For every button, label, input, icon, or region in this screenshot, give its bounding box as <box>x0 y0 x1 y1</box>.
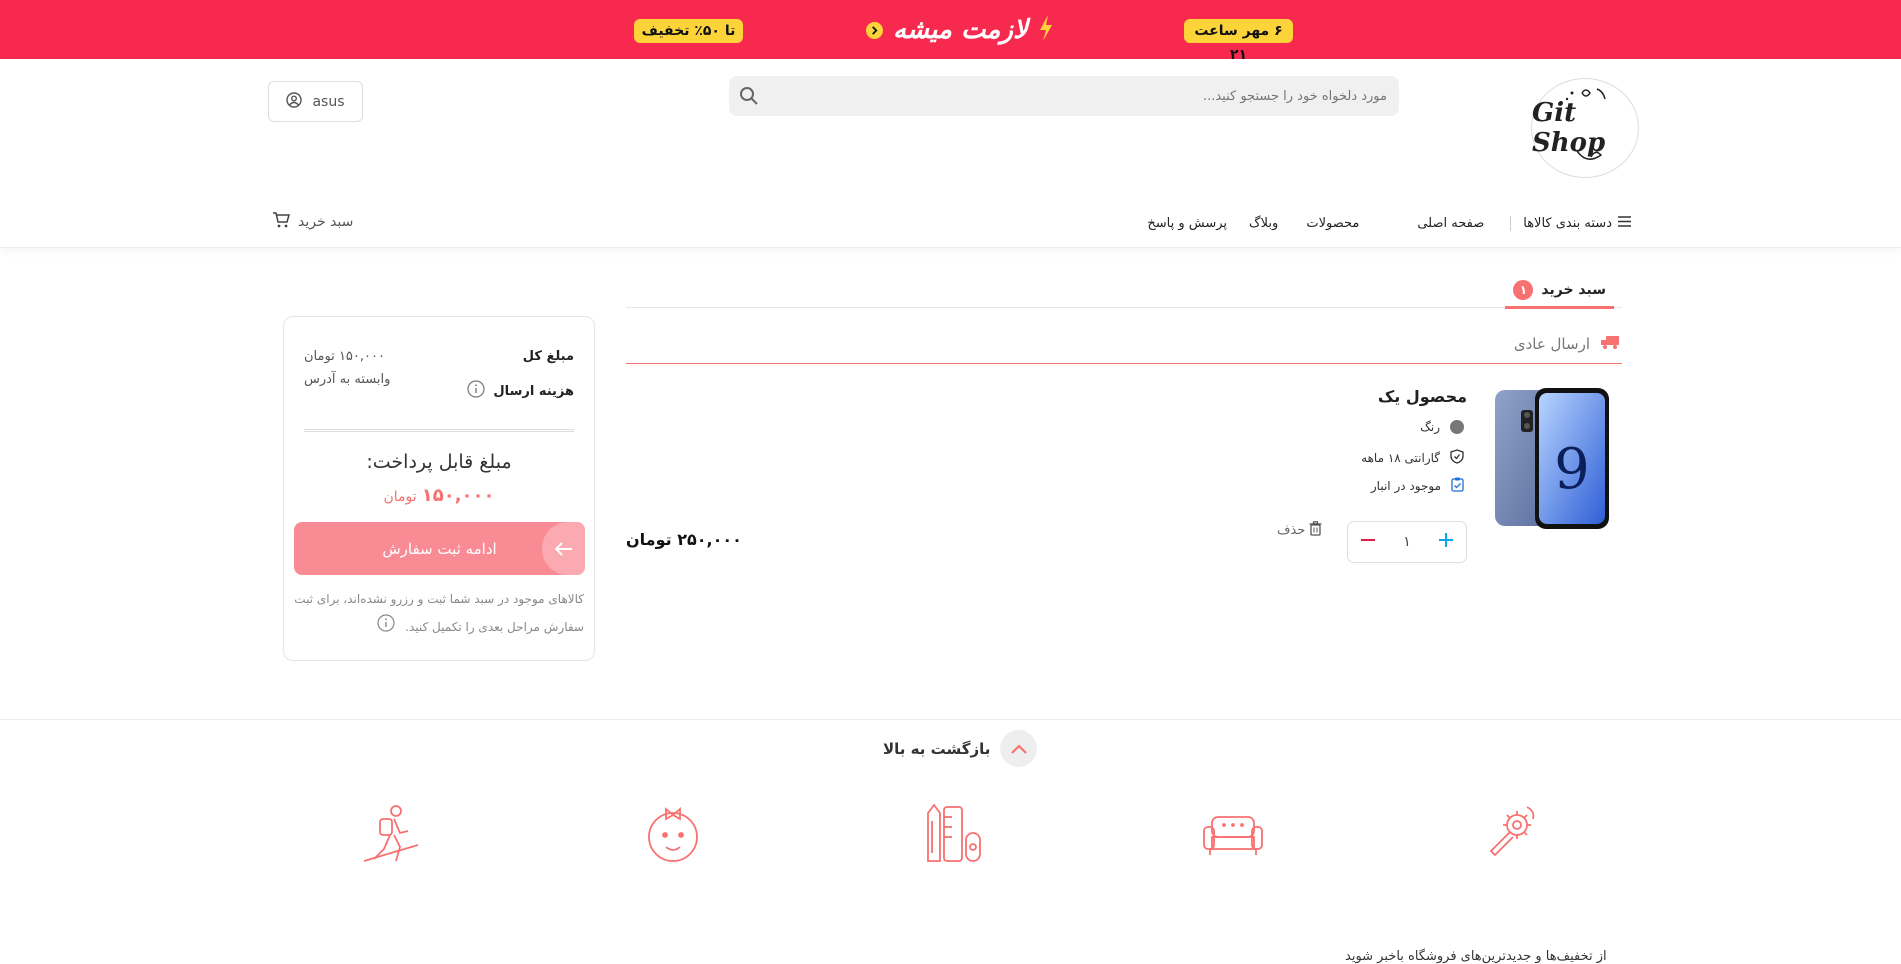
search-bar[interactable] <box>729 76 1399 116</box>
payable-amount-value: ۱۵۰,۰۰۰ <box>421 485 495 506</box>
promo-banner[interactable]: تا ۵۰٪ تخفیف لازمت میشه ۶ مهر ساعت ۲۱ <box>0 0 1901 63</box>
menu-icon <box>1618 216 1631 231</box>
summary-shipping-value: وابسته به آدرس <box>304 372 391 387</box>
info-icon[interactable] <box>467 380 486 402</box>
info-icon <box>377 613 395 642</box>
main-nav: دسته بندی کالاها صفحه اصلی محصولات وبلاگ… <box>1147 216 1631 231</box>
truck-icon <box>1600 335 1620 353</box>
minus-icon[interactable] <box>1360 532 1376 552</box>
product-stock: موجود در انبار <box>1371 477 1464 495</box>
product-warranty-label: گارانتی ۱۸ ماهه <box>1361 451 1440 465</box>
baby-icon[interactable] <box>642 803 704 865</box>
shipping-method-label: ارسال عادی <box>1513 334 1590 353</box>
product-color: رنگ <box>1420 420 1464 434</box>
product-warranty: گارانتی ۱۸ ماهه <box>1361 449 1464 467</box>
summary-total-value: ۱۵۰,۰۰۰ تومان <box>304 349 385 364</box>
user-circle-icon <box>286 91 303 112</box>
nav-categories[interactable]: دسته بندی کالاها <box>1510 216 1631 231</box>
delete-button[interactable]: حذف <box>1277 521 1322 540</box>
continue-order-button[interactable]: ادامه ثبت سفارش <box>294 522 585 575</box>
date-badge: ۶ مهر ساعت ۲۱ <box>1184 19 1293 63</box>
summary-total-label: مبلغ کل <box>522 349 574 364</box>
product-image[interactable]: 9 <box>1493 388 1611 530</box>
header-cart-label: سبد خرید <box>298 214 354 230</box>
nav-item-blog[interactable]: وبلاگ <box>1249 216 1306 231</box>
header-cart-link[interactable]: سبد خرید <box>272 211 353 233</box>
back-to-top[interactable]: بازگشت به بالا <box>883 730 1038 767</box>
search-icon[interactable] <box>739 86 759 106</box>
nav-item-home[interactable]: صفحه اصلی <box>1417 216 1502 231</box>
search-input[interactable] <box>779 76 1399 116</box>
summary-shipping-row: هزینه ارسال وابسته به آدرس <box>304 372 574 402</box>
payable-amount: ۱۵۰,۰۰۰ تومان <box>284 485 594 506</box>
logo[interactable]: Git Shop <box>1531 78 1639 178</box>
user-name: asus <box>312 93 345 110</box>
user-account-button[interactable]: asus <box>268 81 363 122</box>
summary-shipping-group: هزینه ارسال <box>467 380 574 402</box>
clipboard-check-icon <box>1451 477 1464 495</box>
summary-shipping-label: هزینه ارسال <box>493 383 574 399</box>
chevron-up-icon[interactable] <box>1000 730 1038 767</box>
order-summary: مبلغ کل ۱۵۰,۰۰۰ تومان هزینه ارسال وابسته… <box>283 316 595 661</box>
trash-icon <box>1309 521 1322 540</box>
lightning-icon <box>1038 15 1054 45</box>
product-title[interactable]: محصول یک <box>1378 387 1467 406</box>
summary-notice: کالاهای موجود در سبد شما ثبت و رزرو نشده… <box>294 585 584 642</box>
summary-divider <box>304 429 574 432</box>
continue-order-label: ادامه ثبت سفارش <box>382 539 497 558</box>
payable-amount-unit: تومان <box>383 489 417 505</box>
product-color-label: رنگ <box>1420 420 1440 434</box>
sofa-icon[interactable] <box>1202 803 1264 865</box>
cart-tabs: سبد خرید ۱ <box>626 268 1622 309</box>
quantity-value: ۱ <box>1403 534 1411 550</box>
tab-cart-label: سبد خرید <box>1541 281 1606 298</box>
cart-count-badge: ۱ <box>1513 279 1534 300</box>
nav-item-faq[interactable]: پرسش و پاسخ <box>1147 216 1249 231</box>
promo-title: لازمت میشه <box>893 15 1028 45</box>
stationery-icon[interactable] <box>922 803 984 865</box>
shield-check-icon <box>1450 449 1464 467</box>
chevron-right-icon <box>866 21 883 39</box>
svg-text:9: 9 <box>1554 437 1590 502</box>
back-to-top-label: بازگشت به بالا <box>883 739 991 758</box>
summary-total-row: مبلغ کل ۱۵۰,۰۰۰ تومان <box>304 349 574 364</box>
product-price: ۲۵۰,۰۰۰ تومان <box>626 530 742 549</box>
arrow-left-icon <box>542 522 585 575</box>
promo-title-group: لازمت میشه <box>866 12 1054 48</box>
hiker-icon[interactable] <box>360 803 422 865</box>
tab-cart[interactable]: سبد خرید ۱ <box>1505 273 1614 309</box>
payable-label: مبلغ قابل پرداخت: <box>366 451 512 473</box>
plus-icon[interactable] <box>1438 532 1454 552</box>
nav-item-products[interactable]: محصولات <box>1306 216 1417 231</box>
color-swatch <box>1450 420 1464 434</box>
shipping-method: ارسال عادی <box>626 324 1622 364</box>
quantity-stepper[interactable]: ۱ <box>1347 521 1467 563</box>
product-stock-label: موجود در انبار <box>1370 479 1441 493</box>
discount-badge: تا ۵۰٪ تخفیف <box>634 19 743 43</box>
delete-label: حذف <box>1277 523 1306 538</box>
tools-icon[interactable] <box>1483 803 1545 865</box>
cart-icon <box>272 211 290 233</box>
nav-categories-label: دسته بندی کالاها <box>1523 216 1612 231</box>
footer-divider <box>0 719 1901 720</box>
summary-notice-text: کالاهای موجود در سبد شما ثبت و رزرو نشده… <box>294 592 584 634</box>
